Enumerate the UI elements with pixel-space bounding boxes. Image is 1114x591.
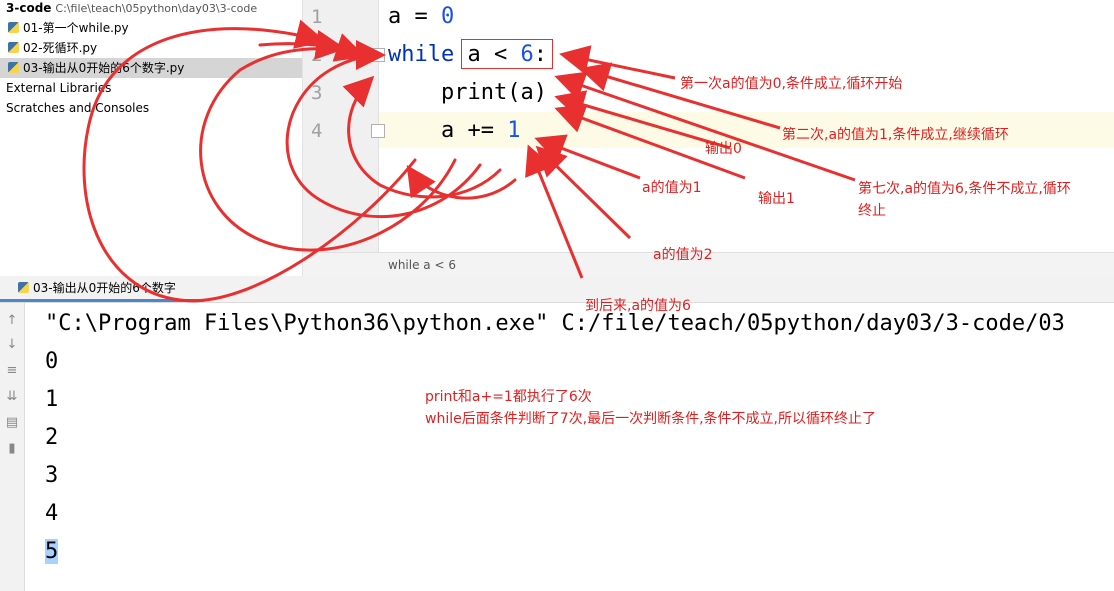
annotation-loop-end: 终止 <box>858 203 886 219</box>
console-output-line: 0 <box>45 349 59 374</box>
code-number: 0 <box>441 4 455 29</box>
annotation-second-loop: 第二次,a的值为1,条件成立,继续循环 <box>782 127 1009 143</box>
trash-icon[interactable]: ▮ <box>4 441 20 457</box>
run-tab-label: 03-输出从0开始的6个数字 <box>33 281 176 295</box>
project-root-path: C:\file\teach\05python\day03\3-code <box>55 2 258 15</box>
scratches-label: Scratches and Consoles <box>6 101 150 115</box>
selected-output-text: 5 <box>45 539 59 564</box>
tree-root[interactable]: 3-code C:\file\teach\05python\day03\3-cod… <box>6 0 257 18</box>
run-tab-bar: 03-输出从0开始的6个数字 <box>0 276 1114 303</box>
console-output-line-selected: 5 <box>45 539 59 564</box>
code-var: a <box>388 4 402 29</box>
tree-file-2[interactable]: 02-死循环.py <box>8 38 97 58</box>
console-output-line: 3 <box>45 463 59 488</box>
tree-scratches[interactable]: Scratches and Consoles <box>6 98 149 118</box>
code-number: 1 <box>507 118 521 143</box>
run-toolbar: ↑ ↓ ≡ ⇊ ▤ ▮ <box>0 303 25 591</box>
python-file-icon <box>8 62 19 73</box>
file-name: 03-输出从0开始的6个数字.py <box>23 61 185 75</box>
code-line-1: a = 0 <box>388 4 454 29</box>
soft-wrap-icon[interactable]: ≡ <box>4 363 20 379</box>
code-keyword: while <box>388 42 455 67</box>
scroll-to-end-icon[interactable]: ⇊ <box>4 389 20 405</box>
console-output-line: 2 <box>45 425 59 450</box>
tree-file-1[interactable]: 01-第一个while.py <box>8 18 129 38</box>
line-number: 1 <box>311 6 323 28</box>
fold-marker-icon[interactable] <box>371 48 385 62</box>
annotation-seventh-loop: 第七次,a的值为6,条件不成立,循环 <box>858 181 1071 197</box>
console-output[interactable]: "C:\Program Files\Python36\python.exe" C… <box>25 303 1114 591</box>
python-file-icon <box>8 42 19 53</box>
code-line-3: print(a) <box>388 80 547 105</box>
console-output-line: 4 <box>45 501 59 526</box>
line-number: 4 <box>311 120 323 142</box>
fold-end-icon[interactable] <box>371 124 385 138</box>
condition-highlight-box <box>461 39 553 69</box>
annotation-summary-1: print和a+=1都执行了6次 <box>425 389 592 405</box>
line-number: 2 <box>311 44 323 66</box>
code-line-4: a += 1 <box>388 118 521 143</box>
annotation-first-loop: 第一次a的值为0,条件成立,循环开始 <box>680 76 903 92</box>
annotation-output-0: 输出0 <box>705 141 742 157</box>
editor-gutter: 1 2 3 4 <box>303 0 385 252</box>
code-statement: a += <box>388 118 508 143</box>
python-file-icon <box>8 22 19 33</box>
print-icon[interactable]: ▤ <box>4 415 20 431</box>
project-root-name: 3-code <box>6 1 52 15</box>
project-tree: 3-code C:\file\teach\05python\day03\3-cod… <box>0 0 303 276</box>
up-arrow-icon[interactable]: ↑ <box>4 313 20 329</box>
breadcrumb-label: while a < 6 <box>388 258 456 272</box>
down-arrow-icon[interactable]: ↓ <box>4 337 20 353</box>
annotation-a-is-2: a的值为2 <box>653 247 713 263</box>
annotation-a-is-6: 到后来,a的值为6 <box>585 298 691 314</box>
file-name: 02-死循环.py <box>23 41 98 55</box>
tree-file-3[interactable]: 03-输出从0开始的6个数字.py <box>0 58 302 78</box>
console-output-line: 1 <box>45 387 59 412</box>
external-libraries-label: External Libraries <box>6 81 112 95</box>
code-op: = <box>401 4 441 29</box>
console-command-line: "C:\Program Files\Python36\python.exe" C… <box>45 311 1065 336</box>
tree-external-libraries[interactable]: External Libraries <box>6 78 111 98</box>
file-name: 01-第一个while.py <box>23 21 129 35</box>
annotation-a-is-1: a的值为1 <box>642 180 702 196</box>
annotation-summary-2: while后面条件判断了7次,最后一次判断条件,条件不成立,所以循环终止了 <box>425 411 876 427</box>
annotation-output-1: 输出1 <box>758 191 795 207</box>
run-tab[interactable]: 03-输出从0开始的6个数字 <box>0 276 203 302</box>
python-run-icon <box>18 282 29 293</box>
line-number: 3 <box>311 82 323 104</box>
